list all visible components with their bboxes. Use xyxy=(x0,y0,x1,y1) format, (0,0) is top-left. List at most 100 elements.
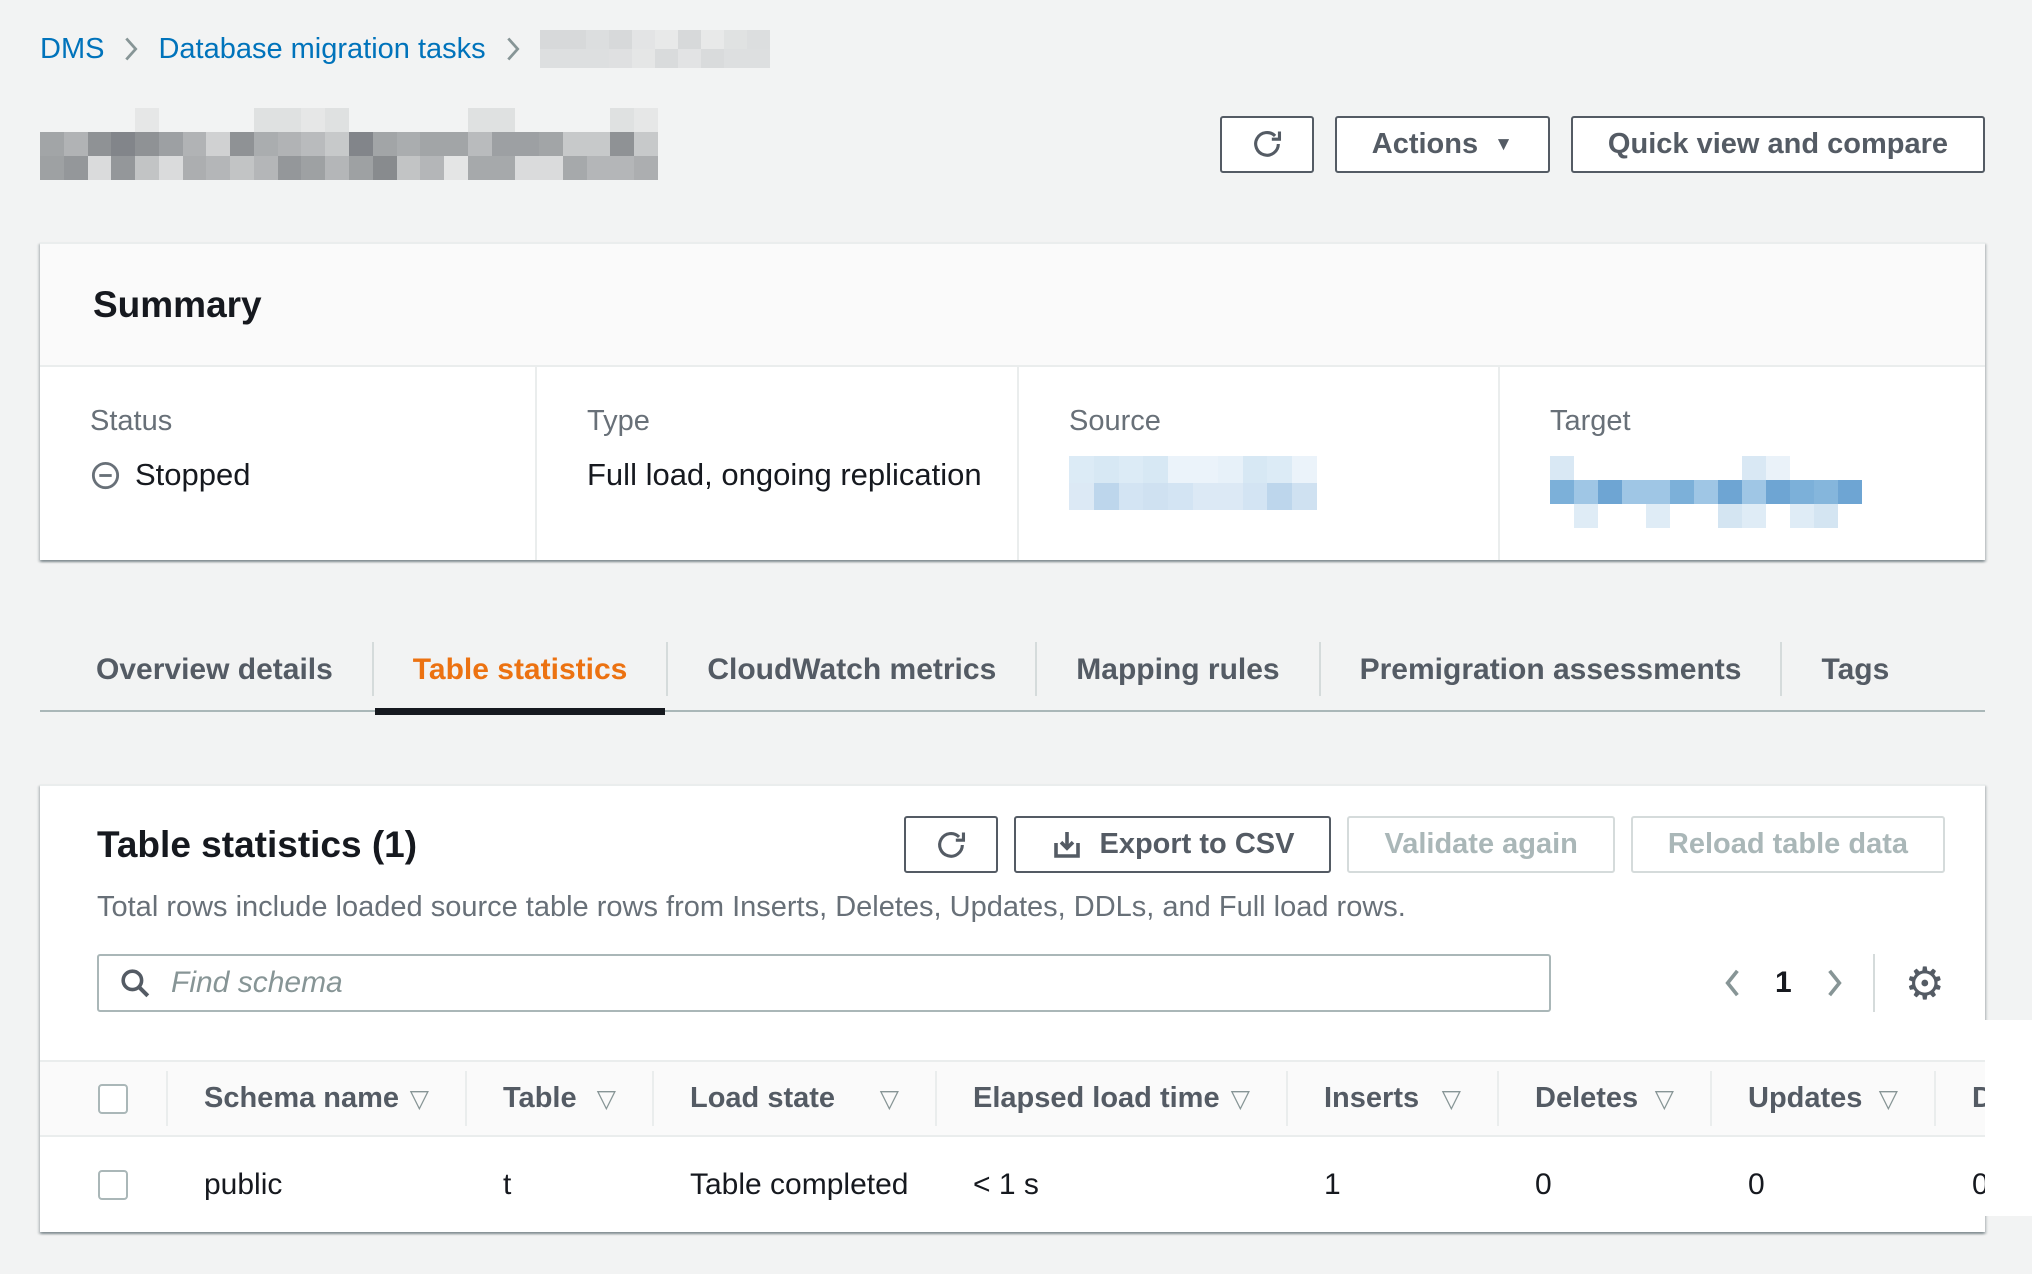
column-header-label: Inserts xyxy=(1324,1082,1419,1115)
pagination: 1 ⚙ xyxy=(1724,954,1945,1012)
sort-icon: ▽ xyxy=(1655,1084,1674,1113)
column-header-ddls[interactable]: DDLs▽ xyxy=(1936,1062,1985,1135)
cell-inserts: 1 xyxy=(1288,1168,1499,1202)
column-header-elapsed-load-time[interactable]: Elapsed load time ▽ xyxy=(937,1062,1288,1135)
stopped-icon xyxy=(90,460,121,491)
select-all-cell xyxy=(40,1062,168,1135)
cell-schema-name: public xyxy=(168,1168,467,1202)
column-header-deletes[interactable]: Deletes ▽ xyxy=(1499,1062,1712,1135)
summary-field-source: Source xyxy=(1017,367,1498,560)
sort-icon: ▽ xyxy=(410,1084,429,1113)
table-row: publictTable completed< 1 s1000 xyxy=(40,1137,1985,1232)
settings-gear-icon[interactable]: ⚙ xyxy=(1905,961,1945,1006)
cell-deletes: 0 xyxy=(1499,1168,1712,1202)
table-body: publictTable completed< 1 s1000 xyxy=(40,1137,1985,1232)
column-header-label: Load state xyxy=(690,1082,835,1115)
column-header-label: Table xyxy=(503,1082,577,1115)
cell-updates: 0 xyxy=(1712,1168,1936,1202)
sort-icon: ▽ xyxy=(880,1084,899,1113)
table-overflow-strip xyxy=(1985,1020,2032,1216)
chevron-right-icon xyxy=(124,35,138,63)
content-column: DMS Database migration tasks xyxy=(40,0,1985,1232)
tabs: Overview detailsTable statisticsCloudWat… xyxy=(56,630,1985,710)
summary-field-label: Target xyxy=(1550,405,1957,438)
summary-header: Summary xyxy=(40,244,1985,367)
column-header-label: DDLs xyxy=(1972,1082,1985,1115)
breadcrumb-link-tasks[interactable]: Database migration tasks xyxy=(158,33,485,66)
table-statistics-table: Schema name▽Table▽Load state▽Elapsed loa… xyxy=(40,1060,1985,1232)
page-title-redacted xyxy=(40,108,658,180)
column-header-inserts[interactable]: Inserts ▽ xyxy=(1288,1062,1499,1135)
chevron-right-icon xyxy=(506,35,520,63)
summary-field-text: Stopped xyxy=(135,457,251,493)
table-statistics-title: Table statistics (1) xyxy=(97,824,417,866)
summary-field-status: Status Stopped xyxy=(40,367,535,560)
summary-field-value: Full load, ongoing replication xyxy=(587,456,989,494)
cell-elapsed-load-time: < 1 s xyxy=(937,1168,1288,1202)
breadcrumb-current-redacted xyxy=(540,30,770,68)
summary-field-value: Stopped xyxy=(90,456,507,494)
tab-mapping-rules[interactable]: Mapping rules xyxy=(1036,630,1319,710)
download-icon xyxy=(1051,829,1083,861)
column-header-updates[interactable]: Updates▽ xyxy=(1712,1062,1936,1135)
column-header-label: Deletes xyxy=(1535,1082,1638,1115)
breadcrumb: DMS Database migration tasks xyxy=(40,0,1985,68)
caret-down-icon: ▼ xyxy=(1494,135,1513,154)
tab-tags[interactable]: Tags xyxy=(1781,630,1929,710)
actions-button[interactable]: Actions ▼ xyxy=(1335,116,1550,173)
target-redacted-link[interactable] xyxy=(1550,456,1862,528)
header-actions: Actions ▼ Quick view and compare xyxy=(1220,116,1985,173)
summary-field-type: Type Full load, ongoing replication xyxy=(535,367,1017,560)
source-redacted-link[interactable] xyxy=(1069,456,1317,510)
quick-view-compare-button[interactable]: Quick view and compare xyxy=(1571,116,1985,173)
row-select-cell xyxy=(40,1170,168,1200)
table-header-row: Schema name▽Table▽Load state▽Elapsed loa… xyxy=(40,1062,1985,1137)
refresh-icon xyxy=(934,828,968,862)
export-csv-button[interactable]: Export to CSV xyxy=(1014,816,1331,873)
sort-icon: ▽ xyxy=(1442,1084,1461,1113)
summary-body: Status Stopped Type Full load, ongoing repl… xyxy=(40,367,1985,560)
summary-title: Summary xyxy=(93,284,262,326)
table-statistics-header: Table statistics (1) xyxy=(40,786,1985,873)
next-page-button[interactable] xyxy=(1826,967,1843,999)
tab-overview-details[interactable]: Overview details xyxy=(56,630,373,710)
previous-page-button[interactable] xyxy=(1724,967,1741,999)
column-header-label: Schema name xyxy=(204,1082,399,1115)
cell-ddls: 0 xyxy=(1936,1168,1985,1202)
sort-icon: ▽ xyxy=(1231,1084,1250,1113)
column-header-table[interactable]: Table ▽ xyxy=(467,1062,654,1135)
schema-search xyxy=(97,954,1551,1012)
summary-field-label: Type xyxy=(587,405,989,438)
tab-premigration-assessments[interactable]: Premigration assessments xyxy=(1320,630,1782,710)
column-header-schema-name[interactable]: Schema name ▽ xyxy=(168,1062,467,1135)
row-checkbox[interactable] xyxy=(98,1170,128,1200)
validate-again-button[interactable]: Validate again xyxy=(1347,816,1614,873)
dms-task-page: DMS Database migration tasks xyxy=(0,0,2032,1274)
summary-card: Summary Status Stopped Type Full load, ongo… xyxy=(40,242,1985,560)
table-statistics-buttons: Export to CSV Validate again Reload tabl… xyxy=(904,816,1945,873)
breadcrumb-link-dms[interactable]: DMS xyxy=(40,33,104,66)
select-all-checkbox[interactable] xyxy=(98,1084,128,1114)
find-schema-input[interactable] xyxy=(97,954,1551,1012)
refresh-icon xyxy=(1250,127,1284,161)
column-header-label: Updates xyxy=(1748,1082,1862,1115)
reload-table-data-button[interactable]: Reload table data xyxy=(1631,816,1945,873)
current-page-number: 1 xyxy=(1775,966,1792,1000)
summary-field-value[interactable] xyxy=(1550,456,1957,528)
toolbar-divider xyxy=(1873,954,1875,1012)
table-statistics-card: Table statistics (1) xyxy=(40,784,1985,1232)
summary-field-target: Target xyxy=(1498,367,1985,560)
cell-load-state: Table completed xyxy=(654,1168,937,1202)
table-refresh-button[interactable] xyxy=(904,816,998,873)
column-header-load-state[interactable]: Load state ▽ xyxy=(654,1062,937,1135)
summary-field-value[interactable] xyxy=(1069,456,1470,510)
sort-icon: ▽ xyxy=(597,1084,616,1113)
summary-field-label: Status xyxy=(90,405,507,438)
refresh-button[interactable] xyxy=(1220,116,1314,173)
tab-cloudwatch-metrics[interactable]: CloudWatch metrics xyxy=(667,630,1036,710)
summary-field-label: Source xyxy=(1069,405,1470,438)
tab-table-statistics[interactable]: Table statistics xyxy=(373,630,668,710)
tabs-rule: Overview detailsTable statisticsCloudWat… xyxy=(40,630,1985,712)
column-header-label: Elapsed load time xyxy=(973,1082,1220,1115)
cell-table: t xyxy=(467,1168,654,1202)
